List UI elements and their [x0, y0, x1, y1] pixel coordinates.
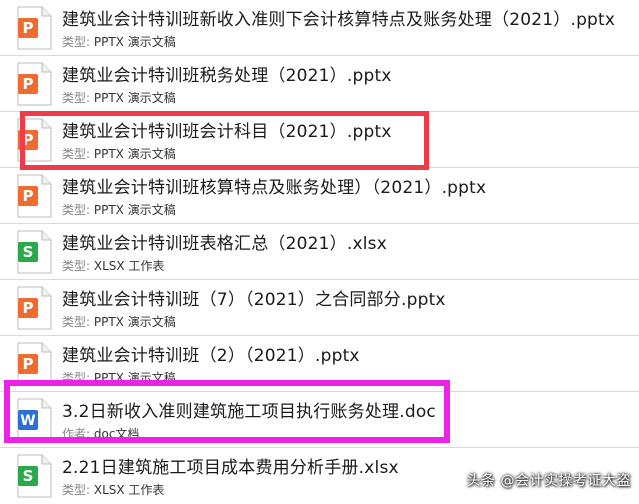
ppt-file-icon: P: [17, 286, 52, 330]
meta-label: 作者:: [62, 427, 91, 441]
meta-label: 类型:: [62, 315, 91, 329]
file-meta: 类型: PPTX 演示文稿: [62, 89, 176, 106]
ppt-file-icon: P: [17, 342, 52, 386]
meta-value: doc文档: [93, 427, 140, 441]
file-row[interactable]: P 建筑业会计特训班（7）（2021）之合同部分.pptx 类型: PPTX 演…: [0, 280, 639, 336]
ppt-file-icon: P: [17, 6, 52, 50]
file-name[interactable]: 建筑业会计特训班表格汇总（2021）.xlsx: [62, 229, 387, 254]
ppt-file-icon: P: [17, 174, 52, 218]
svg-text:S: S: [23, 467, 34, 485]
watermark: 头条 @会计实操考证大盗: [466, 473, 631, 489]
ppt-file-icon: P: [17, 62, 52, 106]
file-row[interactable]: S 建筑业会计特训班表格汇总（2021）.xlsx 类型: XLSX 工作表: [0, 224, 639, 280]
svg-text:P: P: [23, 19, 34, 37]
meta-value: PPTX 演示文稿: [93, 371, 176, 385]
file-meta: 类型: PPTX 演示文稿: [62, 33, 176, 50]
file-row[interactable]: P 建筑业会计特训班（2）（2021）.pptx 类型: PPTX 演示文稿: [0, 336, 639, 392]
meta-label: 类型:: [62, 147, 91, 161]
meta-value: PPTX 演示文稿: [93, 91, 176, 105]
file-meta: 类型: PPTX 演示文稿: [62, 369, 176, 386]
file-name[interactable]: 3.2日新收入准则建筑施工项目执行账务处理.doc: [62, 397, 436, 422]
file-name[interactable]: 建筑业会计特训班（7）（2021）之合同部分.pptx: [62, 285, 446, 310]
file-name[interactable]: 建筑业会计特训班税务处理（2021）.pptx: [62, 61, 392, 86]
xlsx-file-icon: S: [17, 454, 52, 498]
svg-text:P: P: [23, 299, 34, 317]
svg-text:W: W: [20, 413, 35, 429]
file-meta: 类型: PPTX 演示文稿: [62, 201, 176, 218]
file-list: P 建筑业会计特训班新收入准则下会计核算特点及账务处理（2021）.pptx 类…: [0, 0, 639, 498]
meta-label: 类型:: [62, 203, 91, 217]
file-name[interactable]: 建筑业会计特训班会计科目（2021）.pptx: [62, 117, 392, 142]
meta-label: 类型:: [62, 483, 91, 497]
svg-text:P: P: [23, 187, 34, 205]
svg-text:P: P: [23, 355, 34, 373]
meta-label: 类型:: [62, 35, 91, 49]
meta-label: 类型:: [62, 259, 91, 273]
meta-label: 类型:: [62, 91, 91, 105]
meta-value: PPTX 演示文稿: [93, 315, 176, 329]
file-row[interactable]: P 建筑业会计特训班核算特点及账务处理）（2021）.pptx 类型: PPTX…: [0, 168, 639, 224]
xlsx-file-icon: S: [17, 230, 52, 274]
file-name[interactable]: 2.21日建筑施工项目成本费用分析手册.xlsx: [62, 453, 399, 478]
file-meta: 类型: XLSX 工作表: [62, 257, 164, 274]
svg-text:P: P: [23, 75, 34, 93]
file-row[interactable]: W 3.2日新收入准则建筑施工项目执行账务处理.doc 作者: doc文档: [0, 392, 639, 448]
file-meta: 作者: doc文档: [62, 425, 139, 442]
meta-value: XLSX 工作表: [93, 483, 165, 497]
file-row[interactable]: P 建筑业会计特训班新收入准则下会计核算特点及账务处理（2021）.pptx 类…: [0, 0, 639, 56]
file-meta: 类型: PPTX 演示文稿: [62, 145, 176, 162]
file-name[interactable]: 建筑业会计特训班核算特点及账务处理）（2021）.pptx: [62, 173, 486, 198]
file-meta: 类型: XLSX 工作表: [62, 481, 164, 498]
ppt-file-icon: P: [17, 118, 52, 162]
doc-file-icon: W: [17, 398, 52, 442]
file-row[interactable]: P 建筑业会计特训班会计科目（2021）.pptx 类型: PPTX 演示文稿: [0, 112, 639, 168]
meta-value: PPTX 演示文稿: [93, 147, 176, 161]
file-meta: 类型: PPTX 演示文稿: [62, 313, 176, 330]
svg-text:P: P: [23, 131, 34, 149]
svg-text:S: S: [23, 243, 34, 261]
file-name[interactable]: 建筑业会计特训班新收入准则下会计核算特点及账务处理（2021）.pptx: [62, 5, 615, 30]
meta-value: PPTX 演示文稿: [93, 203, 176, 217]
meta-value: XLSX 工作表: [93, 259, 165, 273]
file-name[interactable]: 建筑业会计特训班（2）（2021）.pptx: [62, 341, 360, 366]
meta-label: 类型:: [62, 371, 91, 385]
meta-value: PPTX 演示文稿: [93, 35, 176, 49]
file-row[interactable]: P 建筑业会计特训班税务处理（2021）.pptx 类型: PPTX 演示文稿: [0, 56, 639, 112]
